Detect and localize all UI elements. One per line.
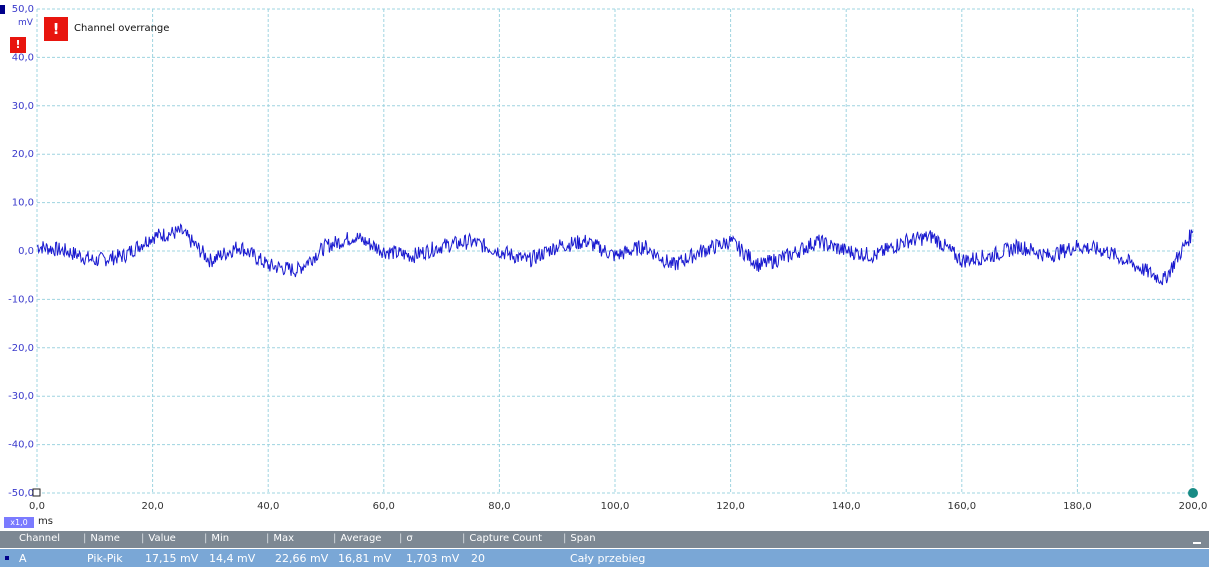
y-tick-label: 50,0	[12, 4, 34, 15]
overrange-warning-icon[interactable]: !	[10, 37, 26, 53]
y-tick-label: -30,0	[8, 391, 34, 402]
x-tick-label: 60,0	[373, 501, 395, 512]
overrange-message: Channel overrange	[74, 23, 170, 34]
cell-value: 17,15 mV	[145, 552, 199, 565]
scope-view[interactable]: 50,0 40,0 30,0 20,0 10,0 0,0 -10,0 -20,0 -30,0 -4…	[0, 0, 1209, 530]
cell-min: 14,4 mV	[209, 552, 256, 565]
x-tick-label: 40,0	[257, 501, 279, 512]
x-axis-zoom-badge[interactable]: x1,0	[4, 517, 34, 528]
x-tick-label: 0,0	[29, 501, 45, 512]
channel-color-icon	[5, 556, 9, 560]
trigger-marker-icon	[32, 488, 41, 497]
scope-chart[interactable]: 50,0 40,0 30,0 20,0 10,0 0,0 -10,0 -20,0 -30,0 -4…	[0, 0, 1209, 530]
y-tick-label: -40,0	[8, 440, 34, 451]
column-name[interactable]: Name	[83, 533, 120, 544]
column-span[interactable]: Span	[563, 533, 595, 544]
y-tick-label: 20,0	[12, 149, 34, 160]
y-tick-label: -20,0	[8, 343, 34, 354]
column-min[interactable]: Min	[204, 533, 229, 544]
column-sigma[interactable]: σ	[399, 533, 412, 544]
x-tick-label: 180,0	[1063, 501, 1092, 512]
x-tick-label: 120,0	[716, 501, 745, 512]
y-tick-label: 40,0	[12, 52, 34, 63]
y-tick-label: 30,0	[12, 101, 34, 112]
y-tick-label: -50,0	[8, 488, 34, 499]
x-tick-label: 20,0	[141, 501, 163, 512]
cell-channel: A	[19, 552, 27, 565]
measurements-table: Channel Name Value Min Max Average σ Cap…	[0, 531, 1209, 567]
y-tick-label: 10,0	[12, 198, 34, 209]
column-channel[interactable]: Channel	[19, 533, 60, 544]
measurements-header: Channel Name Value Min Max Average σ Cap…	[0, 531, 1209, 548]
minimize-icon[interactable]	[1193, 542, 1201, 544]
cell-span: Cały przebieg	[570, 552, 646, 565]
table-row[interactable]: A Pik-Pik 17,15 mV 14,4 mV 22,66 mV 16,8…	[0, 549, 1209, 567]
x-tick-label: 160,0	[947, 501, 976, 512]
y-tick-label: -10,0	[8, 294, 34, 305]
cell-average: 16,81 mV	[338, 552, 392, 565]
cell-sigma: 1,703 mV	[406, 552, 460, 565]
cell-name: Pik-Pik	[87, 552, 123, 565]
x-axis-unit: ms	[38, 516, 53, 527]
overrange-warning-icon[interactable]: !	[44, 17, 68, 41]
column-average[interactable]: Average	[333, 533, 381, 544]
x-tick-label: 140,0	[832, 501, 861, 512]
channel-a-marker[interactable]	[0, 5, 5, 14]
cell-max: 22,66 mV	[275, 552, 329, 565]
time-ruler-handle-icon	[1188, 488, 1198, 498]
x-tick-label: 100,0	[601, 501, 630, 512]
y-axis-unit: mV	[18, 18, 33, 28]
y-tick-label: 0,0	[18, 246, 34, 257]
cell-capture-count: 20	[471, 552, 485, 565]
x-tick-label: 80,0	[488, 501, 510, 512]
column-value[interactable]: Value	[141, 533, 175, 544]
column-capture-count[interactable]: Capture Count	[462, 533, 542, 544]
column-max[interactable]: Max	[266, 533, 294, 544]
x-tick-label: 200,0	[1179, 501, 1208, 512]
